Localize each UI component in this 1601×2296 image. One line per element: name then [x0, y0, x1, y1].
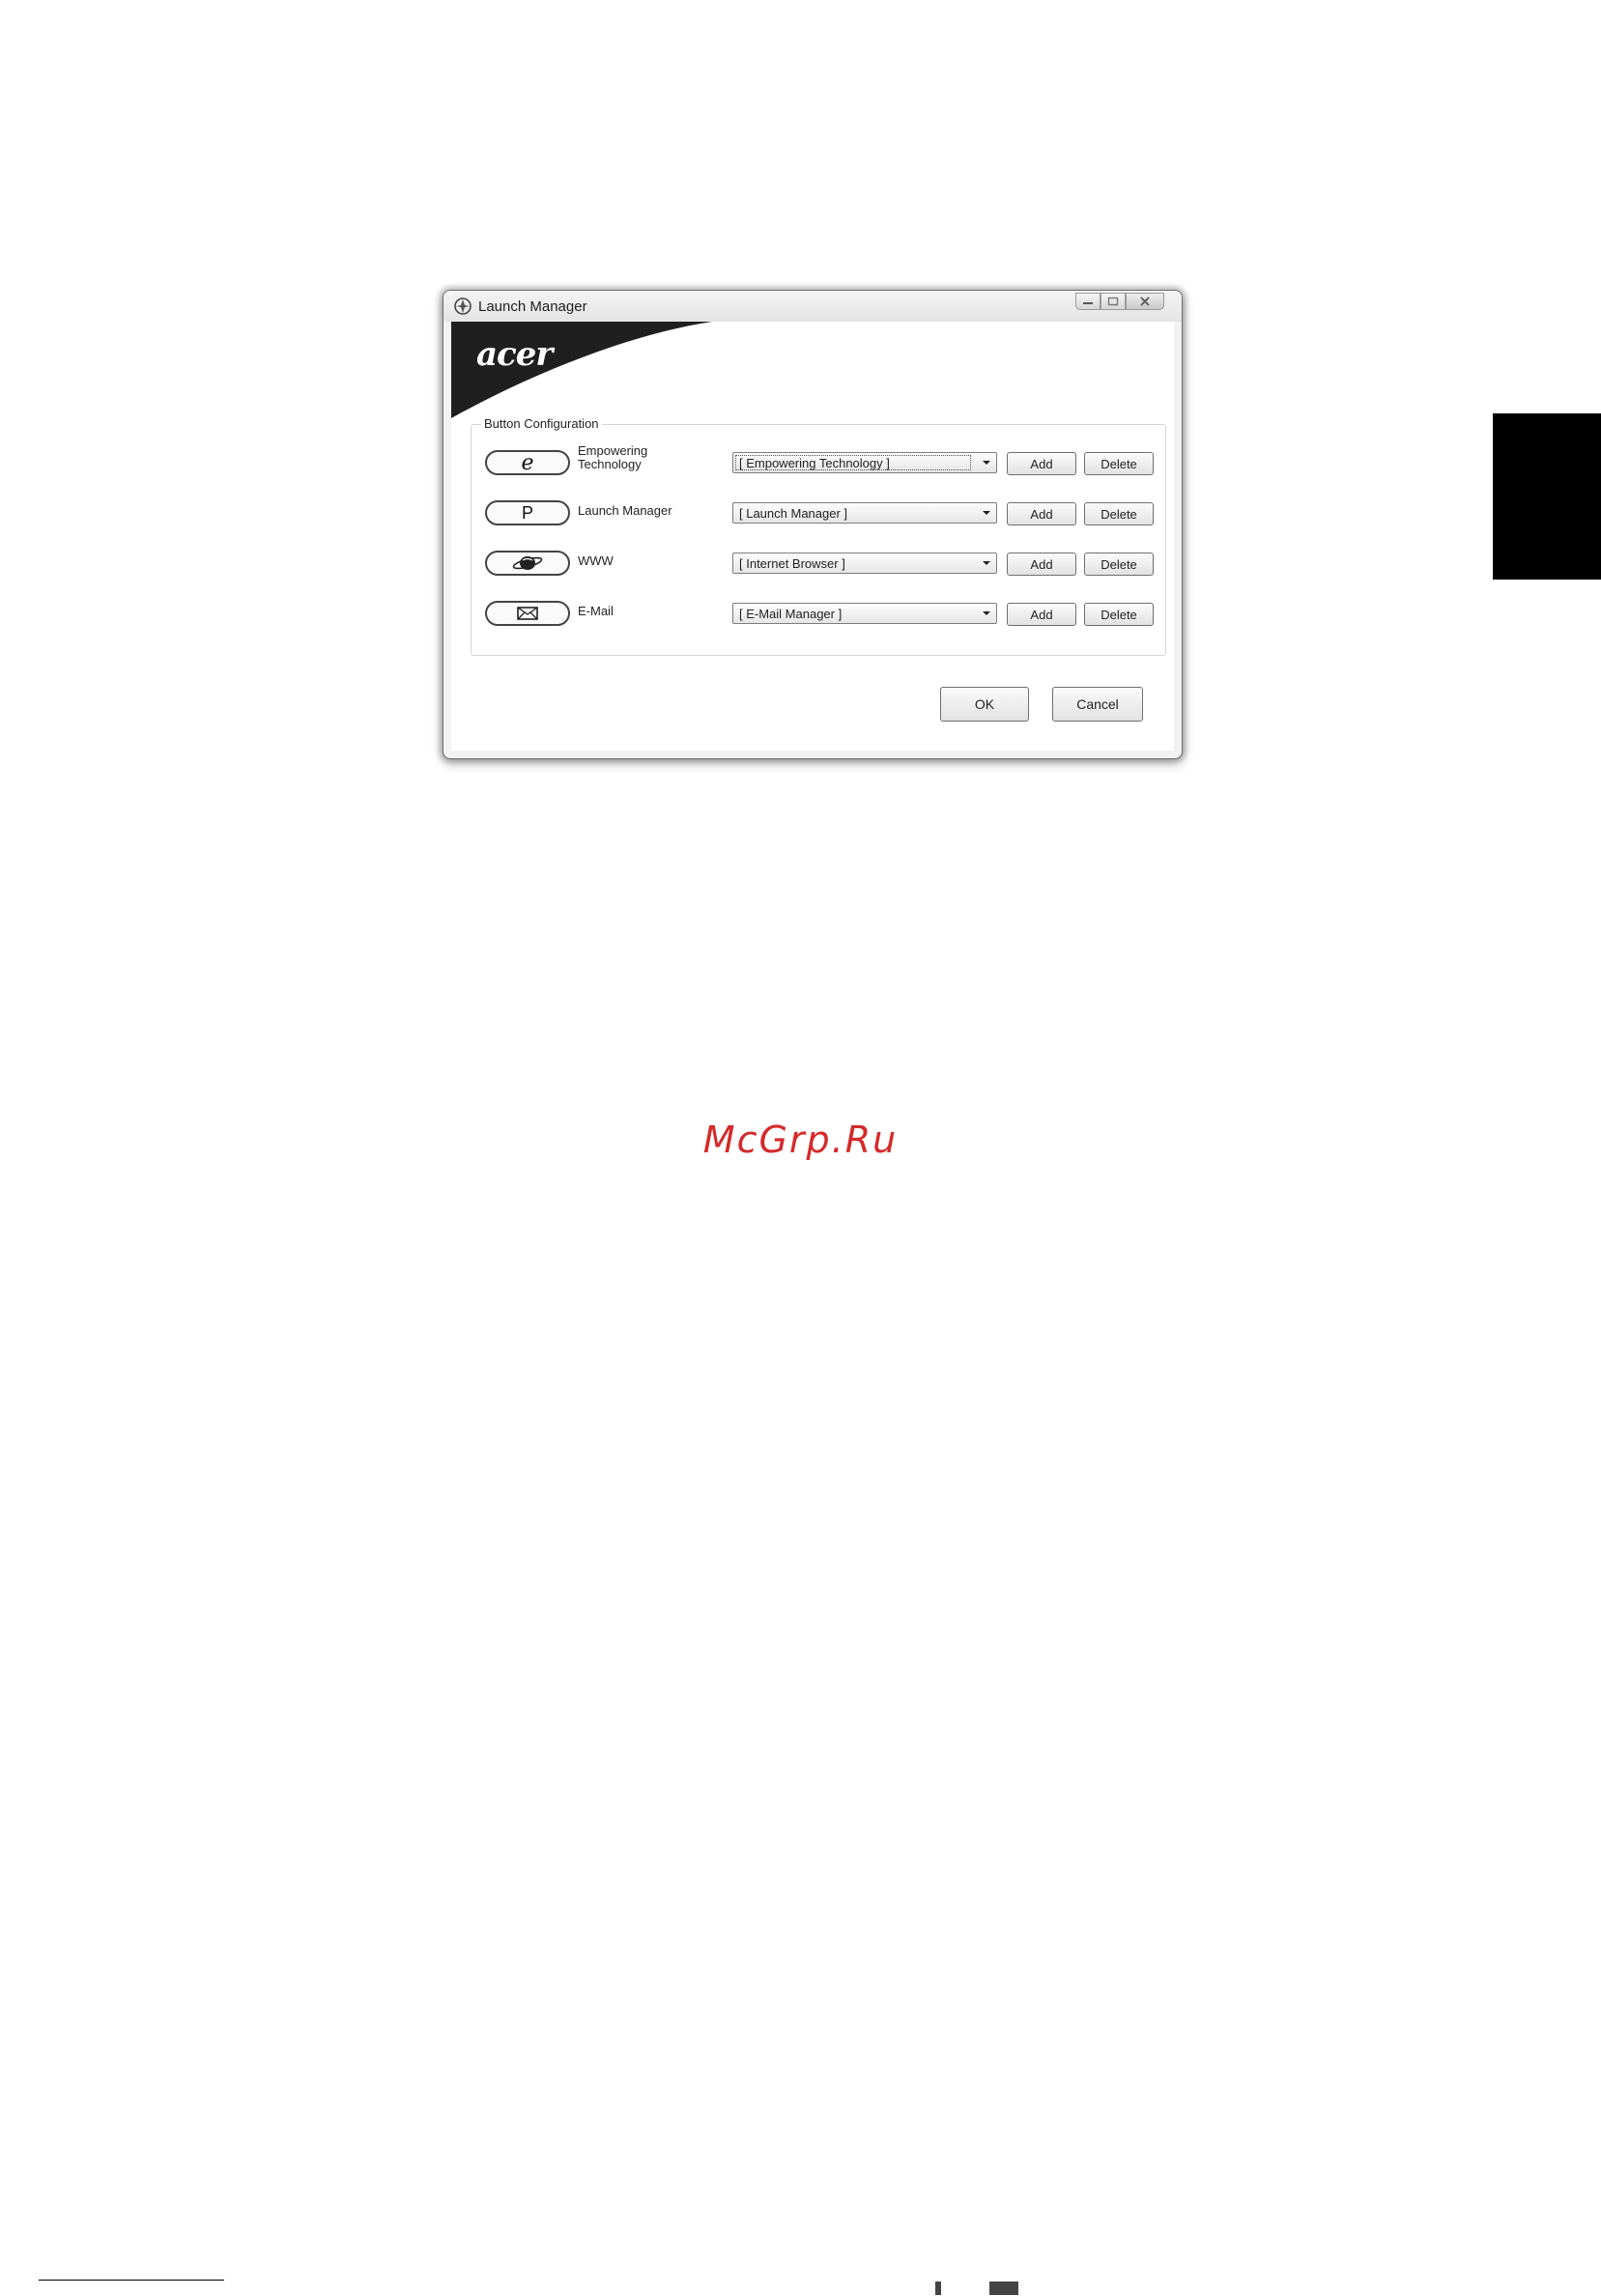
maximize-button[interactable] [1101, 293, 1126, 310]
window-title: Launch Manager [478, 298, 587, 315]
email-manager-select[interactable]: [ E-Mail Manager ] [732, 603, 997, 624]
chapter-tab-marker [1493, 413, 1601, 580]
title-bar[interactable]: Launch Manager [443, 291, 1182, 322]
minimize-icon [1083, 302, 1093, 304]
row-email: E-Mail [ E-Mail Manager ] Add Delete [472, 597, 1165, 632]
add-button[interactable]: Add [1007, 502, 1076, 525]
email-key-button[interactable] [485, 601, 570, 626]
close-button[interactable] [1126, 293, 1164, 310]
row-label: WWW [578, 553, 614, 568]
minimize-button[interactable] [1075, 293, 1101, 310]
add-button[interactable]: Add [1007, 603, 1076, 626]
acer-logo: acer [476, 335, 553, 374]
row-empowering-technology: e Empowering Technology [ Empowering Tec… [472, 443, 1165, 481]
dropdown-arrow-icon[interactable] [977, 553, 996, 573]
p-key-icon: P [521, 502, 533, 523]
row-launch-manager: P Launch Manager [ Launch Manager ] Add … [472, 496, 1165, 531]
acer-banner [451, 322, 712, 418]
dialog-body: acer Button Configuration e Empowering T… [451, 322, 1174, 751]
delete-button[interactable]: Delete [1084, 553, 1154, 576]
row-label: Launch Manager [578, 503, 672, 518]
www-key-button[interactable] [485, 551, 570, 576]
dropdown-arrow-icon[interactable] [977, 453, 996, 472]
dropdown-arrow-icon[interactable] [977, 503, 996, 523]
add-button[interactable]: Add [1007, 553, 1076, 576]
footer-rule [39, 2280, 224, 2281]
row-www: WWW [ Internet Browser ] Add Delete [472, 547, 1165, 581]
button-configuration-group: Button Configuration e Empowering Techno… [471, 416, 1166, 656]
dropdown-arrow-icon[interactable] [977, 604, 996, 623]
group-title: Button Configuration [481, 416, 602, 431]
launch-manager-icon [454, 298, 472, 315]
row-label: Empowering Technology [578, 443, 648, 471]
launch-manager-key-button[interactable]: P [485, 500, 570, 525]
maximize-icon [1107, 297, 1119, 306]
add-button[interactable]: Add [1007, 452, 1076, 475]
close-icon [1140, 297, 1150, 306]
footer-mark [935, 2282, 941, 2295]
ok-button[interactable]: OK [940, 687, 1029, 722]
e-key-icon: e [521, 450, 534, 475]
footer-mark [989, 2282, 1018, 2295]
delete-button[interactable]: Delete [1084, 502, 1154, 525]
internet-browser-select[interactable]: [ Internet Browser ] [732, 553, 997, 574]
cancel-button[interactable]: Cancel [1052, 687, 1143, 722]
launch-manager-select[interactable]: [ Launch Manager ] [732, 502, 997, 524]
internet-globe-icon [512, 556, 543, 570]
delete-button[interactable]: Delete [1084, 603, 1154, 626]
delete-button[interactable]: Delete [1084, 452, 1154, 475]
row-label: E-Mail [578, 604, 614, 618]
empowering-key-button[interactable]: e [485, 450, 570, 475]
launch-manager-window: Launch Manager acer Button Configuration… [443, 290, 1183, 759]
empowering-select[interactable]: [ Empowering Technology ] [732, 452, 997, 473]
watermark-text: McGrp.Ru [702, 1119, 899, 1161]
envelope-icon [517, 607, 538, 620]
